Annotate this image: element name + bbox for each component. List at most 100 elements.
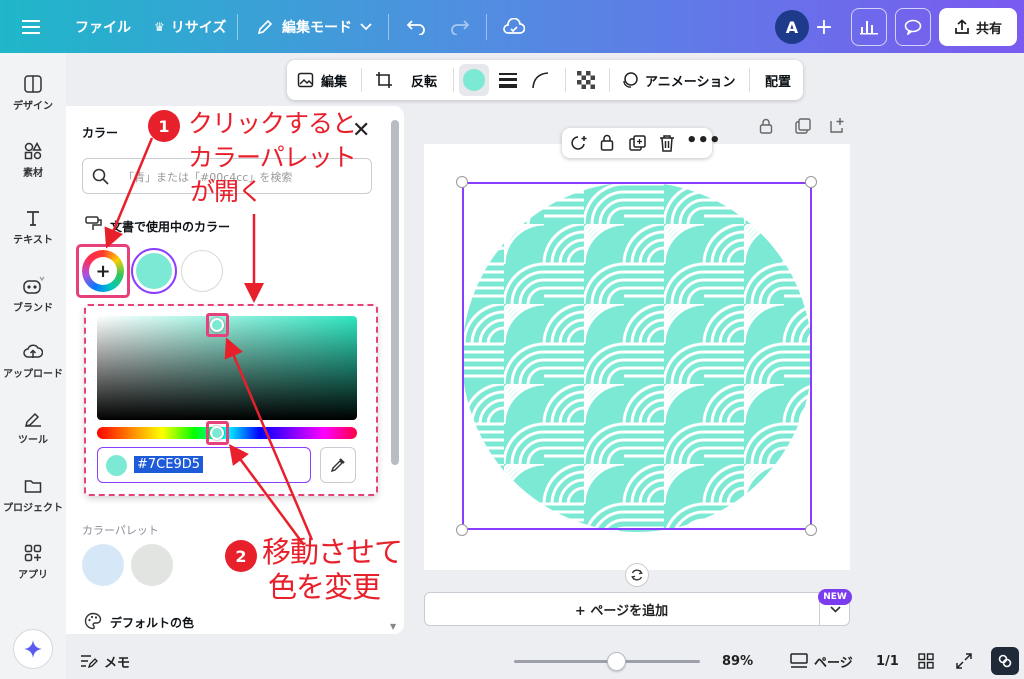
resize-handle[interactable] xyxy=(805,176,817,188)
highlight-add-color xyxy=(76,244,130,298)
rail-label: テキスト xyxy=(13,235,53,246)
duplicate-icon[interactable] xyxy=(629,135,646,152)
image-edit-icon xyxy=(297,72,314,88)
lock-element-icon[interactable] xyxy=(600,134,614,151)
rail-label: アップロード xyxy=(3,369,63,380)
page-view-label: ページ xyxy=(814,655,853,671)
lock-icon[interactable] xyxy=(759,118,773,137)
panel-title: カラー xyxy=(82,126,119,140)
top-bar: ファイル ♛ リサイズ 編集モード A + 共有 xyxy=(0,0,1024,53)
rail-item-apps[interactable]: アプリ xyxy=(0,544,66,581)
apps-icon xyxy=(24,544,42,562)
folder-icon xyxy=(24,480,42,493)
notes-label: メモ xyxy=(104,655,131,671)
resize-label: リサイズ xyxy=(170,19,227,36)
animation-label: アニメーション xyxy=(645,74,736,90)
palette-swatch[interactable] xyxy=(82,544,124,586)
paint-roller-icon xyxy=(85,216,102,230)
step1-text-line3: が開く xyxy=(190,177,263,206)
rail-item-elements[interactable]: 素材 xyxy=(0,142,66,179)
context-toolbar: 編集 反転 アニメーション 配置 xyxy=(287,60,803,100)
palette-icon xyxy=(84,612,102,630)
magic-ai-button[interactable] xyxy=(13,629,53,669)
resize-handle[interactable] xyxy=(456,176,468,188)
resize-handle[interactable] xyxy=(456,524,468,536)
palette-swatch[interactable] xyxy=(131,544,173,586)
add-page-button[interactable]: + ページを追加 xyxy=(424,592,819,626)
rail-label: アプリ xyxy=(18,570,48,581)
rotate-icon xyxy=(631,569,643,581)
page-view-icon xyxy=(790,653,808,668)
edit-mode-dropdown[interactable]: 編集モード xyxy=(256,0,372,53)
search-icon xyxy=(92,168,109,185)
text-icon xyxy=(27,211,39,226)
rail-label: デザイン xyxy=(13,101,53,112)
animation-button[interactable]: アニメーション xyxy=(621,60,735,100)
pencil-icon xyxy=(257,19,273,34)
cloud-saved-icon[interactable] xyxy=(503,0,525,53)
cloud-upload-icon xyxy=(23,344,43,358)
share-label: 共有 xyxy=(975,21,1002,37)
position-button[interactable]: 配置 xyxy=(765,60,791,100)
menu-icon[interactable] xyxy=(22,0,40,53)
rail-item-tools[interactable]: ツール xyxy=(0,409,66,446)
doc-colors-label: 文書で使用中のカラー xyxy=(110,220,231,234)
transparency-icon[interactable] xyxy=(577,60,595,100)
page-view-button[interactable]: ページ xyxy=(790,648,853,674)
doc-color-swatch-white[interactable] xyxy=(181,250,223,292)
flip-button[interactable]: 反転 xyxy=(411,60,437,100)
fullscreen-icon[interactable] xyxy=(956,653,972,672)
crop-icon[interactable] xyxy=(375,60,393,100)
crown-icon: ♛ xyxy=(154,19,165,34)
rail-item-projects[interactable]: プロジェクト xyxy=(0,477,66,514)
highlight-hue-handle xyxy=(206,421,229,445)
step2-text-line2: 色を変更 xyxy=(268,570,381,604)
link-icon xyxy=(998,654,1012,668)
rail-label: プロジェクト xyxy=(3,503,63,514)
rail-label: 素材 xyxy=(23,168,43,179)
more-options-icon[interactable]: ••• xyxy=(686,130,721,151)
comment-add-icon[interactable] xyxy=(570,135,588,151)
panel-scrollbar[interactable] xyxy=(391,120,399,465)
color-button[interactable] xyxy=(459,64,489,96)
rotate-handle[interactable] xyxy=(625,563,649,587)
rail-item-text[interactable]: テキスト xyxy=(0,209,66,246)
rail-item-design[interactable]: デザイン xyxy=(0,75,66,112)
rail-label: ツール xyxy=(18,435,48,446)
zoom-slider-handle[interactable] xyxy=(607,652,626,671)
grid-view-icon[interactable] xyxy=(918,653,934,672)
share-button[interactable]: 共有 xyxy=(939,8,1017,46)
avatar[interactable]: A xyxy=(775,10,809,44)
duplicate-page-icon[interactable] xyxy=(795,118,811,137)
file-menu[interactable]: ファイル xyxy=(75,0,131,53)
undo-icon[interactable] xyxy=(406,0,426,53)
notes-button[interactable]: メモ xyxy=(80,648,130,674)
notes-icon xyxy=(81,655,98,668)
scroll-down-icon[interactable]: ▼ xyxy=(390,622,396,631)
rail-item-uploads[interactable]: アップロード xyxy=(0,343,66,380)
add-collaborator-icon[interactable]: + xyxy=(808,10,840,44)
help-button[interactable] xyxy=(991,647,1019,675)
step2-text-line1: 移動させて xyxy=(262,535,403,569)
upload-icon xyxy=(955,19,969,34)
selection-box xyxy=(462,182,812,530)
animation-icon xyxy=(623,72,638,88)
redo-icon[interactable] xyxy=(450,0,470,53)
color-swatch xyxy=(463,69,485,91)
elements-icon xyxy=(24,142,42,160)
comment-icon[interactable] xyxy=(895,8,931,46)
edit-label: 編集 xyxy=(321,74,348,90)
zoom-level[interactable]: 89% xyxy=(722,648,753,674)
trash-icon[interactable] xyxy=(659,134,675,152)
insights-icon[interactable] xyxy=(851,8,887,46)
page-count: 1/1 xyxy=(876,653,899,669)
rail-item-brand[interactable]: ブランド xyxy=(0,275,66,314)
edit-image-button[interactable]: 編集 xyxy=(297,60,347,100)
corner-rounding-icon[interactable] xyxy=(531,60,549,100)
resize-handle[interactable] xyxy=(805,524,817,536)
border-style-icon[interactable] xyxy=(499,60,517,100)
resize-button[interactable]: ♛ リサイズ xyxy=(154,0,226,53)
add-page-icon[interactable] xyxy=(830,117,846,136)
new-badge: NEW xyxy=(818,589,852,605)
doc-color-swatch-selected[interactable] xyxy=(131,248,177,294)
